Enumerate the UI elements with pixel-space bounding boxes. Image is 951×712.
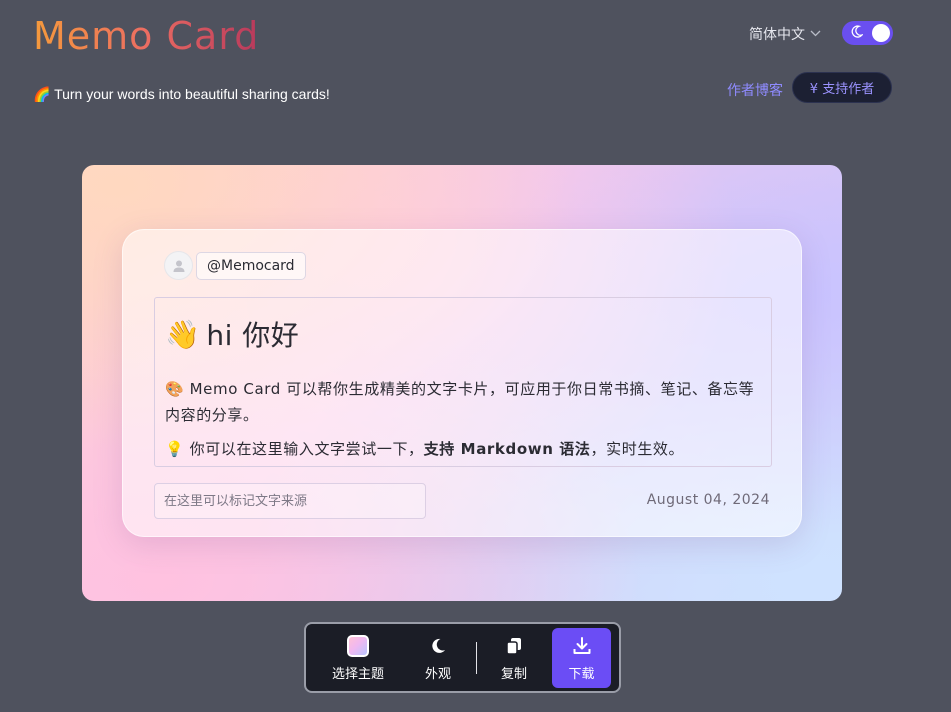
moon-icon bbox=[851, 25, 864, 41]
wave-emoji: 👋 bbox=[165, 317, 201, 351]
author-blog-link[interactable]: 作者博客 bbox=[727, 80, 783, 100]
heading-text: hi 你好 bbox=[206, 319, 300, 352]
palette-swatch-icon bbox=[347, 634, 369, 657]
card-header: @Memocard bbox=[164, 251, 306, 280]
language-selector[interactable]: 简体中文 bbox=[749, 24, 821, 44]
bottom-toolbar: 选择主题 外观 复制 下载 bbox=[304, 622, 621, 693]
dark-mode-toggle[interactable] bbox=[842, 21, 893, 45]
intro-paragraph: 🎨 Memo Card 可以帮你生成精美的文字卡片，可应用于你日常书摘、笔记、备… bbox=[165, 380, 755, 424]
tip-suffix: ，实时生效。 bbox=[590, 440, 685, 458]
card-date: August 04, 2024 bbox=[646, 492, 770, 508]
app-root: Memo Card 🌈 Turn your words into beautif… bbox=[0, 0, 951, 712]
tip-paragraph: 💡 你可以在这里输入文字尝试一下，支持 Markdown 语法，实时生效。 bbox=[165, 436, 761, 462]
toggle-knob bbox=[872, 24, 890, 42]
memo-card: @Memocard 👋 hi 你好 🎨 Memo Card 可以帮你生成精美的文… bbox=[122, 229, 802, 537]
tip-prefix: 💡 你可以在这里输入文字尝试一下， bbox=[165, 440, 424, 458]
toolbar-divider bbox=[476, 642, 477, 674]
appearance-button[interactable]: 外观 bbox=[410, 628, 466, 688]
chevron-down-icon bbox=[810, 29, 821, 40]
tagline: 🌈 Turn your words into beautiful sharing… bbox=[33, 86, 330, 102]
user-icon bbox=[173, 260, 184, 272]
appearance-label: 外观 bbox=[424, 666, 451, 682]
moon-icon bbox=[430, 635, 446, 657]
brand-logo: Memo Card bbox=[33, 14, 260, 58]
source-input[interactable] bbox=[154, 483, 426, 519]
choose-theme-label: 选择主题 bbox=[331, 666, 384, 682]
support-author-button[interactable]: ¥ 支持作者 bbox=[792, 72, 892, 103]
copy-icon bbox=[506, 635, 522, 657]
download-icon bbox=[573, 635, 591, 657]
language-label: 简体中文 bbox=[749, 27, 805, 43]
card-canvas: @Memocard 👋 hi 你好 🎨 Memo Card 可以帮你生成精美的文… bbox=[82, 165, 842, 601]
choose-theme-button[interactable]: 选择主题 bbox=[320, 628, 396, 688]
download-button[interactable]: 下载 bbox=[552, 628, 611, 688]
download-label: 下载 bbox=[568, 666, 595, 682]
card-content-editor[interactable]: 👋 hi 你好 🎨 Memo Card 可以帮你生成精美的文字卡片，可应用于你日… bbox=[154, 297, 772, 467]
copy-button[interactable]: 复制 bbox=[486, 628, 542, 688]
avatar[interactable] bbox=[164, 251, 193, 280]
copy-label: 复制 bbox=[500, 666, 527, 682]
tip-bold: 支持 Markdown 语法 bbox=[423, 440, 591, 458]
card-heading: 👋 hi 你好 bbox=[165, 314, 761, 354]
author-handle[interactable]: @Memocard bbox=[196, 251, 306, 280]
